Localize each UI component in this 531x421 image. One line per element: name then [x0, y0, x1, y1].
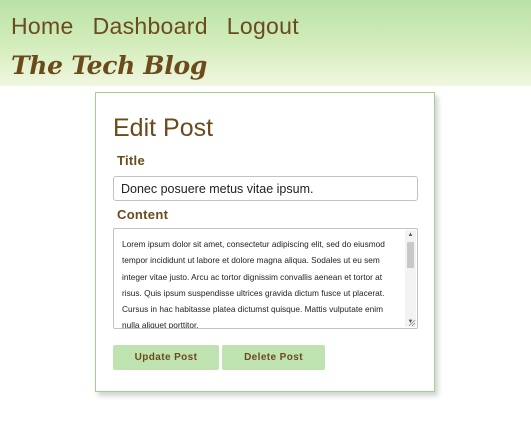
content-label: Content: [117, 207, 169, 222]
content-scrollbar[interactable]: ▲ ▼: [405, 230, 416, 327]
update-post-button[interactable]: Update Post: [113, 345, 219, 370]
title-label: Title: [117, 153, 145, 168]
nav-link-home[interactable]: Home: [11, 12, 74, 40]
main-nav: Home Dashboard Logout: [11, 12, 299, 40]
title-input[interactable]: [113, 176, 418, 201]
content-text: Lorem ipsum dolor sit amet, consectetur …: [122, 239, 385, 329]
nav-link-dashboard[interactable]: Dashboard: [93, 12, 208, 40]
site-brand: The Tech Blog: [11, 51, 208, 80]
site-header: Home Dashboard Logout The Tech Blog: [0, 0, 531, 86]
resize-grip-icon[interactable]: [408, 319, 416, 327]
scroll-up-arrow-icon[interactable]: ▲: [405, 230, 416, 240]
content-textarea[interactable]: Lorem ipsum dolor sit amet, consectetur …: [113, 228, 418, 329]
scrollbar-thumb[interactable]: [407, 242, 414, 268]
nav-link-logout[interactable]: Logout: [227, 12, 299, 40]
page-title: Edit Post: [113, 114, 214, 142]
delete-post-button[interactable]: Delete Post: [222, 345, 325, 370]
edit-post-form: Edit Post Title Content Lorem ipsum dolo…: [95, 92, 435, 392]
